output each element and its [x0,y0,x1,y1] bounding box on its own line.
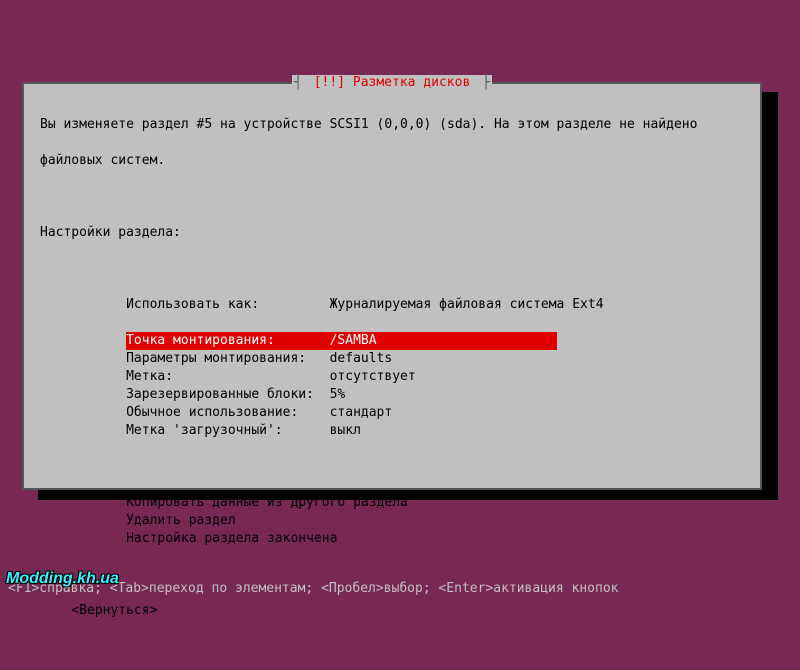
back-button-row: <Вернуться> [40,602,744,620]
blank3 [40,458,744,476]
action-row[interactable]: Настройка раздела закончена [40,530,744,548]
setting-selected[interactable]: Точка монтирования: /SAMBA [126,332,556,350]
watermark: Modding.kh.ua [6,570,119,588]
title-text: [!!] Разметка дисков [304,75,480,90]
action-row[interactable]: Копировать данные из другого раздела [40,494,744,512]
partition-dialog: ┤ [!!] Разметка дисков ├ Вы изменяете ра… [22,82,762,490]
intro-line2: файловых систем. [40,152,744,170]
dialog-title: ┤ [!!] Разметка дисков ├ [24,75,760,90]
setting-row[interactable]: Обычное использование: стандарт [40,404,744,422]
actions-list: Копировать данные из другого раздела Уда… [40,494,744,548]
settings-heading: Настройки раздела: [40,224,744,242]
title-right-bracket: ├ [480,75,492,90]
setting-row[interactable]: Метка 'загрузочный': выкл [40,422,744,440]
footer-help: <F1>справка; <Tab>переход по элементам; … [0,581,800,596]
blank1 [40,188,744,206]
blank2 [40,260,744,278]
intro-line1: Вы изменяете раздел #5 на устройстве SCS… [40,116,744,134]
action-row[interactable]: Удалить раздел [40,512,744,530]
back-button[interactable]: <Вернуться> [71,603,157,618]
setting-row[interactable]: Метка: отсутствует [40,368,744,386]
blank-mid [40,314,744,332]
setting-row[interactable]: Точка монтирования: /SAMBA [40,332,744,350]
setting-row[interactable]: Использовать как: Журналируемая файловая… [40,296,744,314]
settings-list: Использовать как: Журналируемая файловая… [40,296,744,440]
setting-row[interactable]: Параметры монтирования: defaults [40,350,744,368]
setting-row[interactable]: Зарезервированные блоки: 5% [40,386,744,404]
title-left-bracket: ┤ [292,75,304,90]
